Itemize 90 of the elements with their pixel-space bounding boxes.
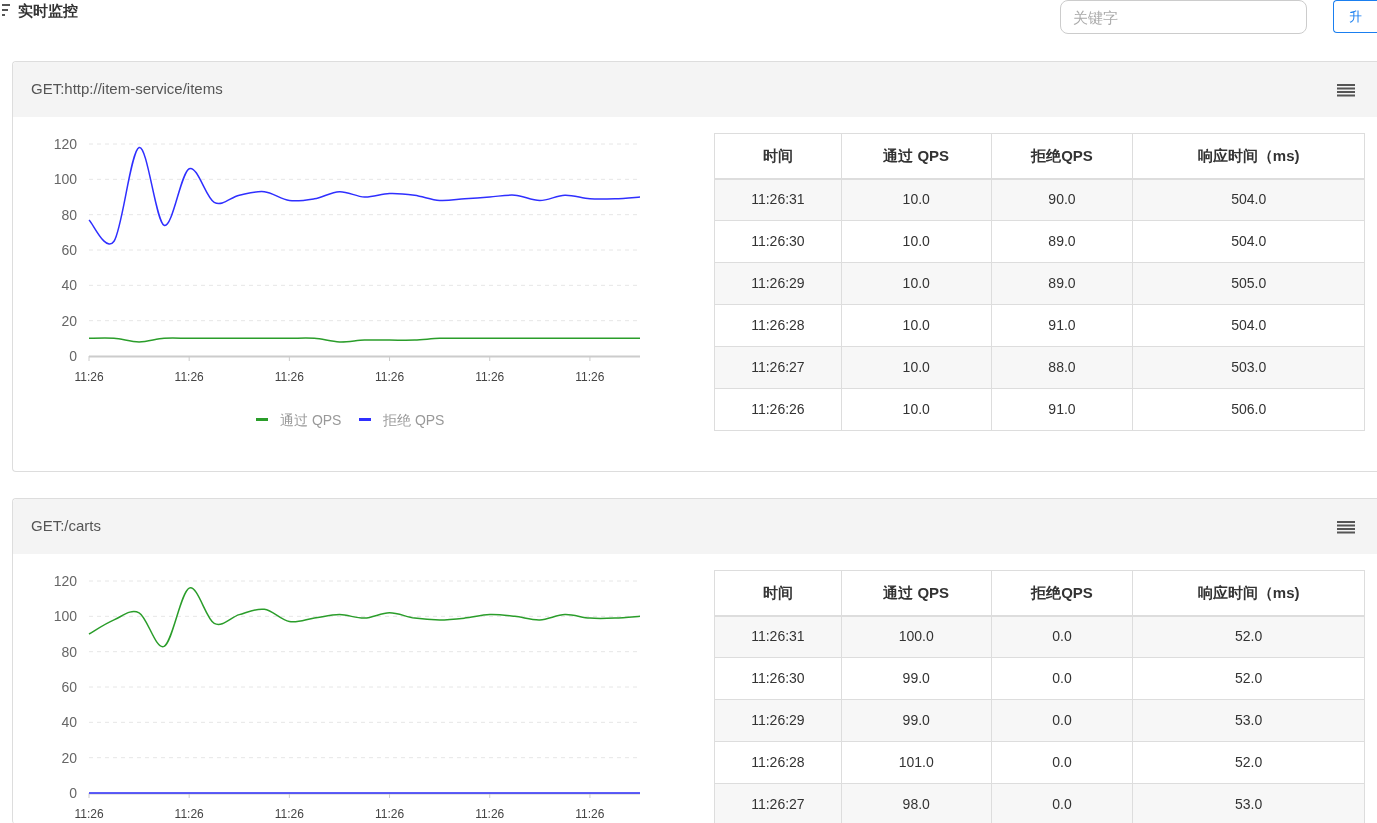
table-cell: 11:26:29 [714, 262, 842, 305]
legend-item[interactable]: 通过 QPS [256, 412, 342, 428]
table-cell: 99.0 [841, 657, 992, 700]
column-header: 响应时间（ms) [1132, 570, 1365, 616]
x-tick-label: 11:26 [74, 807, 104, 821]
table-cell: 504.0 [1132, 304, 1365, 347]
panel-title: GET:http://item-service/items [31, 79, 223, 100]
panel-title: GET:/carts [31, 516, 101, 537]
sort-button[interactable]: 升 [1333, 0, 1377, 33]
menu-icon[interactable] [1337, 519, 1355, 534]
table-cell: 504.0 [1132, 178, 1365, 221]
y-tick-label: 80 [61, 643, 77, 660]
table-cell: 10.0 [841, 304, 992, 347]
table-cell: 90.0 [991, 178, 1133, 221]
x-tick-label: 11:26 [575, 807, 605, 821]
table-cell: 10.0 [841, 178, 992, 221]
table-cell: 11:26:30 [714, 220, 842, 263]
x-tick-label: 11:26 [174, 807, 204, 821]
table-cell: 506.0 [1132, 388, 1365, 431]
table-cell: 101.0 [841, 741, 992, 784]
table-cell: 11:26:27 [714, 783, 842, 823]
legend-item[interactable]: 拒绝 QPS [359, 412, 445, 428]
y-tick-label: 60 [61, 679, 77, 695]
table-cell: 89.0 [991, 220, 1133, 263]
table-cell: 503.0 [1132, 346, 1365, 389]
table-cell: 100.0 [841, 615, 992, 658]
table-cell: 0.0 [991, 741, 1133, 784]
table-cell: 11:26:27 [714, 346, 842, 389]
table-cell: 89.0 [991, 262, 1133, 305]
y-tick-label: 0 [69, 348, 77, 364]
search-field[interactable]: 关键字 [1060, 0, 1307, 34]
table-cell: 88.0 [991, 346, 1133, 389]
table-cell: 11:26:28 [714, 304, 842, 347]
column-header: 拒绝QPS [991, 133, 1133, 179]
table-cell: 99.0 [841, 699, 992, 742]
y-tick-label: 40 [61, 714, 77, 731]
x-tick-label: 11:26 [274, 807, 304, 821]
y-tick-label: 120 [53, 136, 77, 152]
table-cell: 504.0 [1132, 220, 1365, 263]
y-tick-label: 40 [61, 277, 77, 294]
table-cell: 0.0 [991, 657, 1133, 700]
x-tick-label: 11:26 [375, 370, 405, 384]
column-header: 时间 [714, 133, 842, 179]
table-cell: 11:26:26 [714, 388, 842, 431]
table-cell: 53.0 [1132, 783, 1365, 823]
x-tick-label: 11:26 [375, 807, 405, 821]
table-cell: 10.0 [841, 388, 992, 431]
x-tick-label: 11:26 [475, 807, 505, 821]
table-cell: 10.0 [841, 220, 992, 263]
table-cell: 52.0 [1132, 741, 1365, 784]
y-tick-label: 100 [53, 171, 77, 188]
table-cell: 91.0 [991, 388, 1133, 431]
table-cell: 52.0 [1132, 657, 1365, 700]
x-tick-label: 11:26 [174, 370, 204, 384]
column-header: 拒绝QPS [991, 570, 1133, 616]
table-cell: 52.0 [1132, 615, 1365, 658]
column-header: 响应时间（ms) [1132, 133, 1365, 179]
x-tick-label: 11:26 [575, 370, 605, 384]
legend-label: 通过 QPS [280, 412, 342, 428]
column-header: 通过 QPS [841, 133, 992, 179]
menu-icon[interactable] [1337, 82, 1355, 97]
column-header: 时间 [714, 570, 842, 616]
y-tick-label: 60 [61, 242, 77, 258]
table-cell: 11:26:28 [714, 741, 842, 784]
table-cell: 0.0 [991, 615, 1133, 658]
y-tick-label: 100 [53, 608, 77, 625]
table-cell: 505.0 [1132, 262, 1365, 305]
x-tick-label: 11:26 [274, 370, 304, 384]
table-cell: 10.0 [841, 346, 992, 389]
y-tick-label: 20 [61, 312, 77, 329]
y-tick-label: 120 [53, 573, 77, 589]
list-icon [0, 3, 10, 17]
table-cell: 91.0 [991, 304, 1133, 347]
x-tick-label: 11:26 [74, 370, 104, 384]
table-cell: 10.0 [841, 262, 992, 305]
table-cell: 98.0 [841, 783, 992, 823]
table-cell: 11:26:31 [714, 615, 842, 658]
table-cell: 53.0 [1132, 699, 1365, 742]
column-header: 通过 QPS [841, 570, 992, 616]
y-tick-label: 80 [61, 206, 77, 223]
table-cell: 0.0 [991, 783, 1133, 823]
table-cell: 11:26:29 [714, 699, 842, 742]
table-cell: 11:26:30 [714, 657, 842, 700]
page-title: 实时监控 [18, 1, 78, 21]
legend-label: 拒绝 QPS [382, 412, 445, 428]
y-tick-label: 20 [61, 749, 77, 766]
x-tick-label: 11:26 [475, 370, 505, 384]
table-cell: 0.0 [991, 699, 1133, 742]
table-cell: 11:26:31 [714, 178, 842, 221]
y-tick-label: 0 [69, 785, 77, 801]
